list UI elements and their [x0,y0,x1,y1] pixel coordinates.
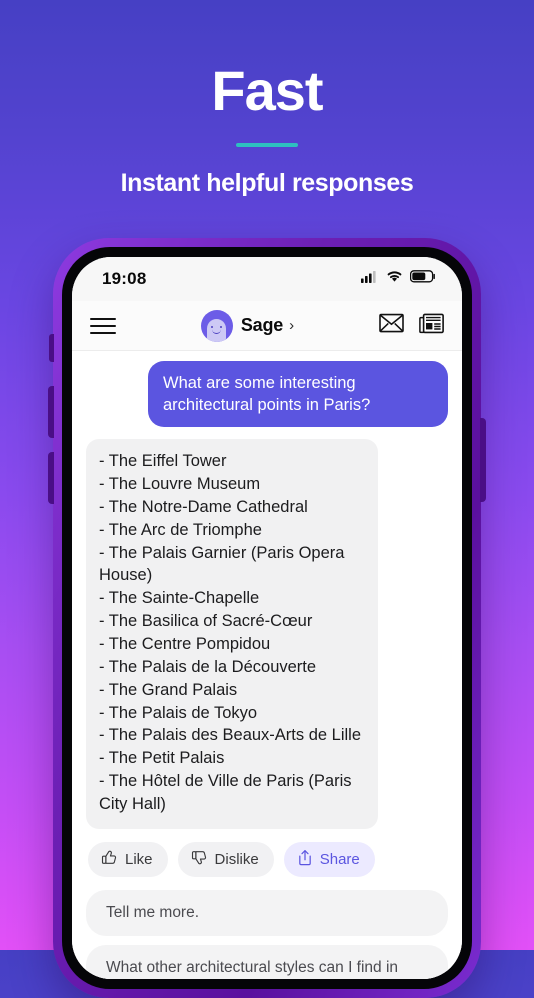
share-icon [297,849,313,870]
suggestion-chip[interactable]: What other architectural styles can I fi… [86,945,448,979]
user-message-bubble: What are some interesting architectural … [148,361,448,428]
battery-icon [409,270,436,288]
list-item: - The Palais de Tokyo [99,703,258,722]
phone-mockup: 19:08 Sage › What are some interesting a… [48,238,486,998]
bot-message-row: - The Eiffel Tower - The Louvre Museum -… [86,439,448,829]
volume-down-button[interactable] [48,452,54,504]
like-label: Like [125,850,153,868]
bot-message-bubble: - The Eiffel Tower - The Louvre Museum -… [86,439,378,829]
status-time: 19:08 [102,269,147,288]
thumbs-up-icon [101,849,118,870]
suggestion-chips: Tell me more. What other architectural s… [86,889,448,979]
app-header: Sage › [72,301,462,351]
share-button[interactable]: Share [283,841,375,877]
list-item: - The Notre-Dame Cathedral [99,497,308,516]
list-item: - The Sainte-Chapelle [99,589,260,608]
cellular-signal-icon [361,270,379,288]
page-subtitle: Instant helpful responses [120,168,414,197]
dislike-label: Dislike [214,850,259,868]
mute-switch-button[interactable] [49,334,54,362]
share-label: Share [319,850,360,868]
phone-screen: 19:08 Sage › What are some interesting a… [72,257,462,979]
thumbs-down-icon [191,849,208,870]
suggestion-chip[interactable]: Tell me more. [86,889,448,937]
bot-name: Sage [240,315,284,335]
message-actions: Like Dislike Share [86,841,448,877]
bot-selector[interactable]: Sage › [116,309,379,342]
phone-bezel: 19:08 Sage › What are some interesting a… [62,247,472,989]
wifi-icon [386,270,403,288]
like-button[interactable]: Like [88,841,168,877]
hamburger-menu-icon[interactable] [90,317,116,334]
volume-up-button[interactable] [48,386,54,438]
list-item: - The Basilica of Sacré-Cœur [99,612,313,631]
list-item: - The Palais de la Découverte [99,657,317,676]
list-item: - The Petit Palais [99,749,225,768]
list-item: - The Arc de Triomphe [99,520,262,539]
list-item: - The Louvre Museum [99,475,261,494]
status-bar: 19:08 [72,257,462,301]
page-title: Fast [211,59,323,122]
newspaper-icon[interactable] [419,313,444,339]
envelope-icon[interactable] [379,313,404,338]
user-message-row: What are some interesting architectural … [86,361,448,428]
dislike-button[interactable]: Dislike [177,841,274,877]
list-item: - The Grand Palais [99,680,238,699]
list-item: - The Centre Pompidou [99,634,271,653]
list-item: - The Palais Garnier (Paris Opera House) [99,543,345,585]
list-item: - The Hôtel de Ville de Paris (Paris Cit… [99,772,352,813]
power-button[interactable] [480,418,486,502]
avatar [200,309,233,342]
list-item: - The Eiffel Tower [99,452,227,471]
status-icons [361,270,436,288]
title-divider [236,142,298,147]
chat-area[interactable]: What are some interesting architectural … [72,351,462,979]
list-item: - The Palais des Beaux-Arts de Lille [99,726,361,745]
promo-banner: Fast Instant helpful responses [0,0,534,198]
header-actions [379,313,444,339]
chevron-right-icon: › [289,317,295,334]
